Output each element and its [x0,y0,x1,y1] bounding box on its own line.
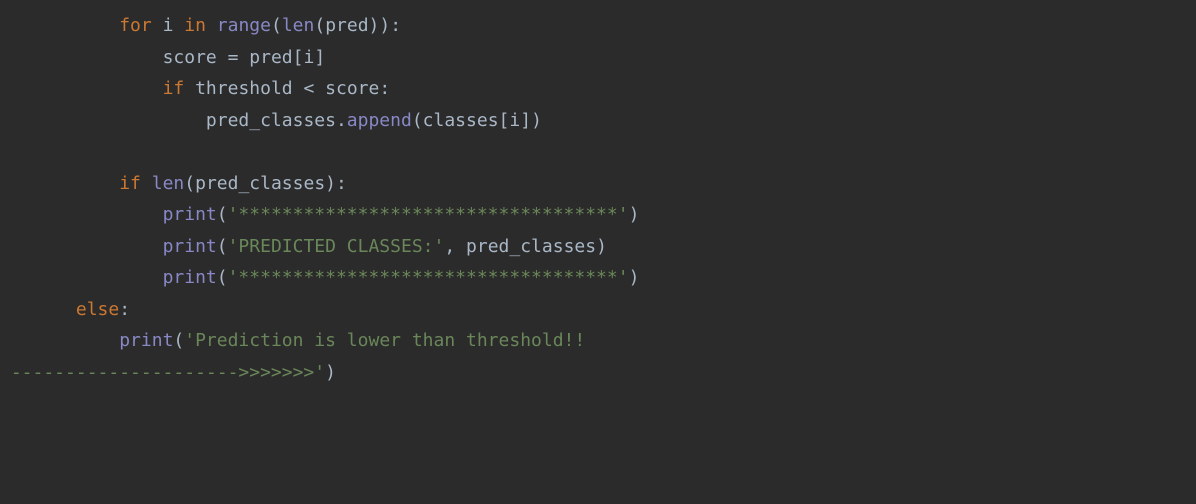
comma: , [444,236,466,257]
code-line: if threshold < score: [0,78,390,99]
colon: : [390,15,401,36]
paren: ( [217,267,228,288]
keyword-if: if [163,78,185,99]
variable-pred: pred [325,15,368,36]
variable-score: score [325,78,379,99]
code-line: print('*********************************… [0,267,639,288]
paren: ) [325,362,336,383]
code-line: for i in range(len(pred)): [0,15,401,36]
code-line: score = pred[i] [0,47,325,68]
variable-i: i [163,15,174,36]
code-line-blank [0,141,11,162]
bracket: ] [520,110,531,131]
builtin-range: range [217,15,271,36]
less-than: < [293,78,326,99]
paren: ( [217,204,228,225]
code-line: pred_classes.append(classes[i]) [0,110,542,131]
builtin-print: print [163,267,217,288]
colon: : [379,78,390,99]
paren: ) [531,110,542,131]
equals: = [217,47,250,68]
method-append: append [347,110,412,131]
string-literal: 'Prediction is lower than threshold!! [184,330,585,351]
paren: ) [629,267,640,288]
keyword-for: for [119,15,152,36]
bracket: [ [293,47,304,68]
string-literal-continuation: --------------------->>>>>>>' [0,362,325,383]
variable-threshold: threshold [195,78,293,99]
variable-classes: classes [423,110,499,131]
builtin-len: len [282,15,315,36]
builtin-print: print [119,330,173,351]
string-literal: '***********************************' [228,267,629,288]
variable-pred-classes: pred_classes [466,236,596,257]
builtin-print: print [163,236,217,257]
code-line: else: [0,299,130,320]
keyword-else: else [76,299,119,320]
paren: ( [314,15,325,36]
keyword-if: if [119,173,141,194]
paren: ( [271,15,282,36]
variable-pred-classes: pred_classes [195,173,325,194]
variable-i: i [303,47,314,68]
builtin-len: len [152,173,185,194]
code-line: if len(pred_classes): [0,173,347,194]
bracket: [ [499,110,510,131]
code-block: for i in range(len(pred)): score = pred[… [0,0,1196,388]
paren: ( [173,330,184,351]
paren: )) [369,15,391,36]
code-line: --------------------->>>>>>>') [0,362,336,383]
string-literal: 'PREDICTED CLASSES:' [228,236,445,257]
variable-pred: pred [249,47,292,68]
code-line: print('*********************************… [0,204,639,225]
paren: ) [596,236,607,257]
bracket: ] [314,47,325,68]
colon: : [119,299,130,320]
paren: ( [184,173,195,194]
variable-i: i [509,110,520,131]
paren: ) [325,173,336,194]
code-line: print('PREDICTED CLASSES:', pred_classes… [0,236,607,257]
code-line: print('Prediction is lower than threshol… [0,330,585,351]
dot: . [336,110,347,131]
paren: ( [217,236,228,257]
keyword-in: in [184,15,206,36]
variable-score: score [163,47,217,68]
variable-pred-classes: pred_classes [206,110,336,131]
paren: ) [629,204,640,225]
string-literal: '***********************************' [228,204,629,225]
colon: : [336,173,347,194]
builtin-print: print [163,204,217,225]
paren: ( [412,110,423,131]
